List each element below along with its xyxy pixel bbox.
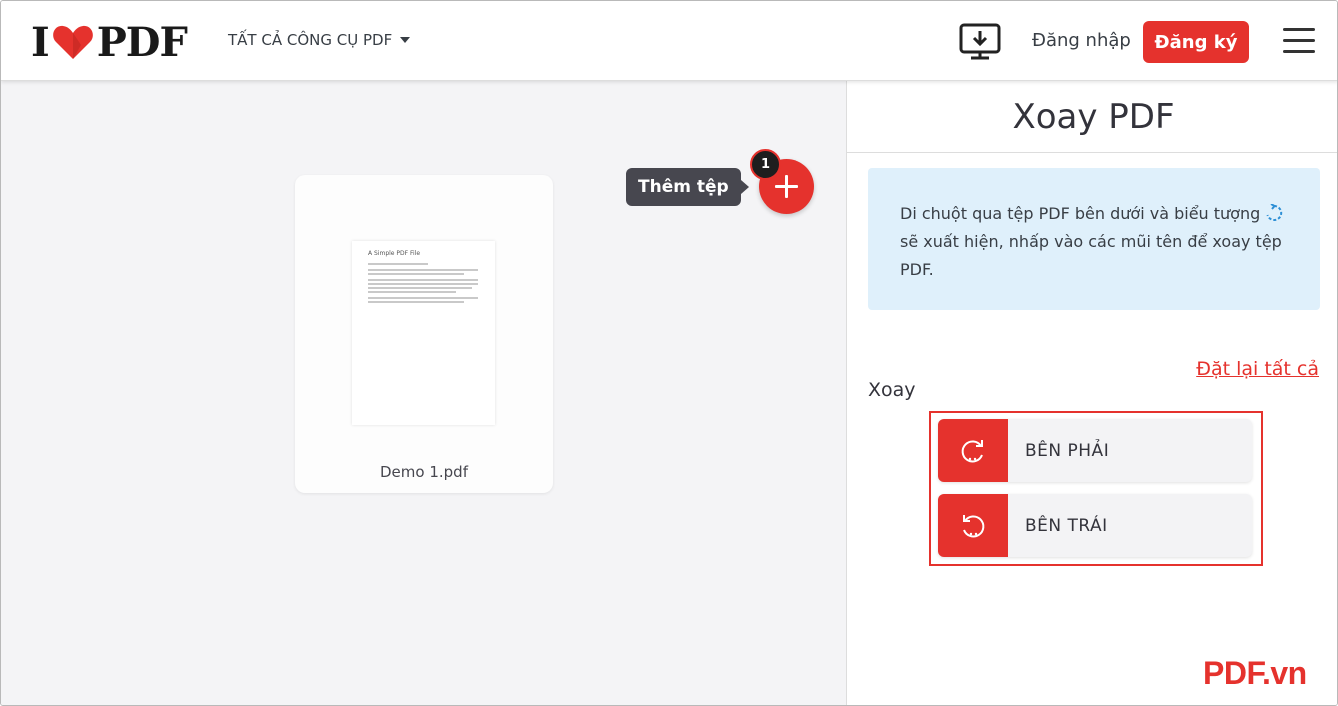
rotate-right-label: BÊN PHẢI: [1025, 440, 1110, 461]
signup-button[interactable]: Đăng ký: [1143, 21, 1249, 63]
rotate-right-button[interactable]: BÊN PHẢI: [938, 419, 1252, 482]
rotate-section-label: Xoay: [868, 379, 916, 401]
top-navbar: I PDF TẤT CẢ CÔNG CỤ PDF Đăng nhập Đăng …: [1, 1, 1337, 81]
app-window: I PDF TẤT CẢ CÔNG CỤ PDF Đăng nhập Đăng …: [0, 0, 1338, 706]
all-tools-label: TẤT CẢ CÔNG CỤ PDF: [228, 31, 393, 49]
plus-icon-stroke: [785, 175, 788, 198]
tool-title: Xoay PDF: [1012, 97, 1175, 137]
file-name: Demo 1.pdf: [380, 463, 468, 481]
file-count-badge: 1: [750, 149, 781, 180]
options-sidebar: Xoay PDF Di chuột qua tệp PDF bên dưới v…: [846, 81, 1337, 705]
heart-icon: [52, 25, 93, 60]
file-card[interactable]: A Simple PDF File Demo 1.pdf: [295, 175, 553, 493]
thumbnail-title: A Simple PDF File: [368, 250, 421, 257]
info-box: Di chuột qua tệp PDF bên dưới và biểu tư…: [868, 168, 1320, 310]
hamburger-line: [1283, 50, 1315, 53]
thumbnail-text-line: [368, 301, 464, 303]
login-link[interactable]: Đăng nhập: [1032, 30, 1131, 51]
ilovepdf-logo[interactable]: I PDF: [31, 19, 188, 66]
rotate-left-icon-bg: [938, 494, 1008, 557]
rotate-right-icon: [961, 439, 983, 462]
watermark: PDF.vn: [1203, 655, 1307, 691]
hamburger-line: [1283, 39, 1315, 42]
info-text-part2: sẽ xuất hiện, nhấp vào các mũi tên để xo…: [900, 232, 1282, 279]
file-workspace: A Simple PDF File Demo 1.pdf Thêm tệp 1: [1, 81, 846, 705]
thumbnail-text-line: [368, 283, 478, 285]
logo-letter-i: I: [31, 18, 50, 66]
info-text-part1: Di chuột qua tệp PDF bên dưới và biểu tư…: [900, 204, 1261, 223]
pdf-thumbnail: A Simple PDF File: [352, 241, 495, 425]
hamburger-line: [1283, 28, 1315, 31]
logo-letters-pdf: PDF: [96, 18, 188, 66]
thumbnail-text-line: [368, 269, 478, 271]
thumbnail-text-line: [368, 263, 428, 265]
hamburger-menu-icon[interactable]: [1283, 28, 1315, 54]
rotate-left-label: BÊN TRÁI: [1025, 515, 1108, 536]
thumbnail-text-line: [368, 297, 478, 299]
reset-all-link[interactable]: Đặt lại tất cả: [1196, 358, 1319, 380]
thumbnail-text-line: [368, 287, 472, 289]
thumbnail-text-line: [368, 291, 456, 293]
all-tools-menu[interactable]: TẤT CẢ CÔNG CỤ PDF: [228, 31, 411, 49]
rotate-left-button[interactable]: BÊN TRÁI: [938, 494, 1252, 557]
add-file-tooltip: Thêm tệp: [626, 168, 749, 206]
rotate-right-icon-bg: [938, 419, 1008, 482]
thumbnail-text-line: [368, 273, 464, 275]
caret-down-icon: [400, 37, 411, 43]
thumbnail-text-line: [368, 279, 478, 281]
desktop-download-icon[interactable]: [959, 23, 1001, 61]
rotate-hint-icon: [1266, 204, 1283, 221]
rotate-left-icon: [963, 514, 985, 537]
sidebar-divider: [847, 152, 1337, 153]
